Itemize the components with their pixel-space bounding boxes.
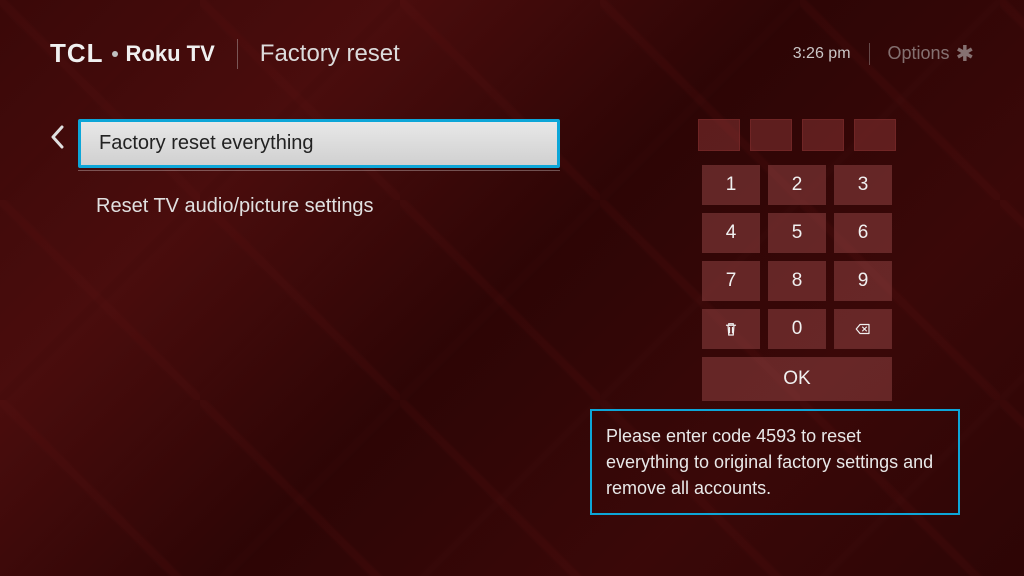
- back-button[interactable]: [50, 125, 64, 156]
- key-label: 6: [858, 222, 869, 244]
- menu-underline: [78, 170, 560, 171]
- code-digit-1[interactable]: [698, 119, 740, 151]
- key-8[interactable]: 8: [768, 261, 826, 301]
- content: Factory reset everything Reset TV audio/…: [0, 69, 1024, 515]
- header: TCL Roku TV Factory reset 3:26 pm Option…: [0, 0, 1024, 69]
- key-0[interactable]: 0: [768, 309, 826, 349]
- backspace-icon: [854, 320, 872, 338]
- header-right-divider: [869, 43, 870, 65]
- asterisk-icon: ✱: [956, 43, 974, 65]
- brand-logo: TCL Roku TV: [50, 38, 215, 69]
- instruction-text: Please enter code 4593 to reset everythi…: [606, 426, 933, 498]
- code-digit-3[interactable]: [802, 119, 844, 151]
- code-digit-4[interactable]: [854, 119, 896, 151]
- header-divider: [237, 39, 238, 69]
- key-4[interactable]: 4: [702, 213, 760, 253]
- key-clear[interactable]: [702, 309, 760, 349]
- key-2[interactable]: 2: [768, 165, 826, 205]
- key-label: 8: [792, 270, 803, 292]
- options-button[interactable]: Options ✱: [888, 43, 974, 65]
- key-label: 9: [858, 270, 869, 292]
- page-title: Factory reset: [260, 40, 400, 68]
- keypad: 1 2 3 4 5 6 7 8 9 0: [702, 165, 892, 349]
- key-9[interactable]: 9: [834, 261, 892, 301]
- right-panel: 1 2 3 4 5 6 7 8 9 0 OK Pleas: [560, 119, 974, 515]
- ok-button[interactable]: OK: [702, 357, 892, 401]
- menu-item-reset-audio-picture[interactable]: Reset TV audio/picture settings: [78, 185, 560, 228]
- key-label: 4: [726, 222, 737, 244]
- key-1[interactable]: 1: [702, 165, 760, 205]
- key-7[interactable]: 7: [702, 261, 760, 301]
- menu-item-label: Reset TV audio/picture settings: [96, 195, 374, 217]
- chevron-left-icon: [50, 125, 64, 149]
- trash-icon: [722, 320, 740, 338]
- ok-label: OK: [783, 368, 810, 390]
- brand-tcl: TCL: [50, 38, 104, 69]
- menu-list: Factory reset everything Reset TV audio/…: [78, 119, 560, 230]
- key-label: 7: [726, 270, 737, 292]
- key-backspace[interactable]: [834, 309, 892, 349]
- key-5[interactable]: 5: [768, 213, 826, 253]
- options-label: Options: [888, 43, 950, 64]
- brand-roku: Roku TV: [126, 41, 215, 67]
- left-panel: Factory reset everything Reset TV audio/…: [50, 119, 560, 515]
- instruction-box: Please enter code 4593 to reset everythi…: [590, 409, 960, 515]
- key-3[interactable]: 3: [834, 165, 892, 205]
- key-6[interactable]: 6: [834, 213, 892, 253]
- clock: 3:26 pm: [793, 45, 851, 63]
- key-label: 3: [858, 174, 869, 196]
- menu-item-label: Factory reset everything: [99, 132, 314, 154]
- key-label: 2: [792, 174, 803, 196]
- header-right: 3:26 pm Options ✱: [793, 43, 974, 65]
- menu-item-factory-reset-everything[interactable]: Factory reset everything: [78, 119, 560, 168]
- key-label: 5: [792, 222, 803, 244]
- brand-dot-icon: [112, 51, 118, 57]
- key-label: 0: [792, 318, 803, 340]
- key-label: 1: [726, 174, 737, 196]
- code-input-boxes: [698, 119, 896, 151]
- code-digit-2[interactable]: [750, 119, 792, 151]
